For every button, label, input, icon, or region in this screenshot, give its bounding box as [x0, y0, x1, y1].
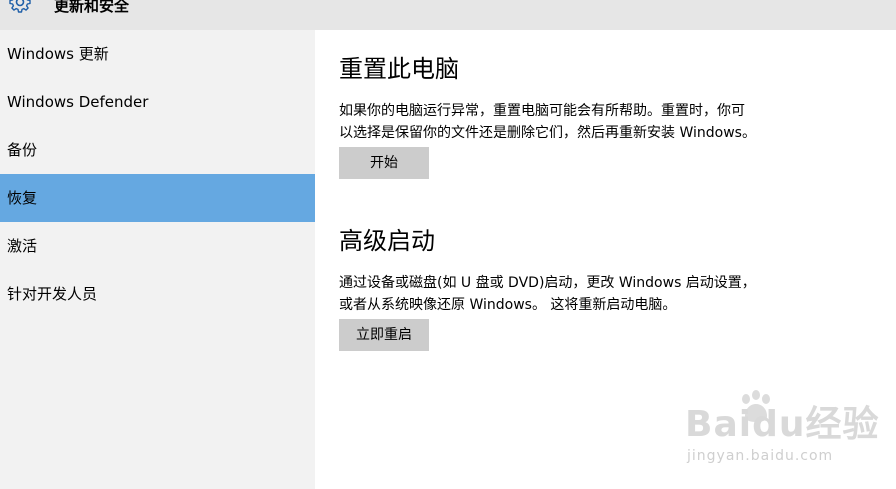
sidebar-item-for-developers[interactable]: 针对开发人员 — [0, 270, 315, 318]
advanced-startup-description-line-1: 通过设备或磁盘(如 U 盘或 DVD)启动，更改 Windows 启动设置， — [339, 275, 756, 291]
baidu-watermark: Baidu经验 jingyan.baidu.com — [685, 390, 890, 470]
sidebar: Windows 更新 Windows Defender 备份 恢复 激活 针对开… — [0, 30, 315, 489]
advanced-startup-heading: 高级启动 — [339, 227, 435, 255]
sidebar-item-recovery[interactable]: 恢复 — [0, 174, 315, 222]
restart-now-button[interactable]: 立即重启 — [339, 319, 429, 351]
reset-pc-description-line-1: 如果你的电脑运行异常，重置电脑可能会有所帮助。重置时，你可 — [339, 103, 745, 119]
sidebar-item-windows-defender[interactable]: Windows Defender — [0, 78, 315, 126]
page-title: 更新和安全 — [54, 0, 130, 15]
reset-start-button[interactable]: 开始 — [339, 147, 429, 179]
sidebar-item-backup[interactable]: 备份 — [0, 126, 315, 174]
watermark-text: Baidu经验 — [685, 404, 880, 445]
sidebar-item-activation[interactable]: 激活 — [0, 222, 315, 270]
watermark-url: jingyan.baidu.com — [687, 448, 834, 464]
sidebar-item-windows-update[interactable]: Windows 更新 — [0, 30, 315, 78]
reset-pc-heading: 重置此电脑 — [339, 55, 459, 83]
title-bar: 更新和安全 — [0, 0, 896, 30]
reset-pc-description-line-2: 以选择是保留你的文件还是删除它们，然后再重新安装 Windows。 — [339, 125, 756, 141]
advanced-startup-description-line-2: 或者从系统映像还原 Windows。 这将重新启动电脑。 — [339, 297, 677, 313]
gear-icon — [9, 0, 31, 13]
